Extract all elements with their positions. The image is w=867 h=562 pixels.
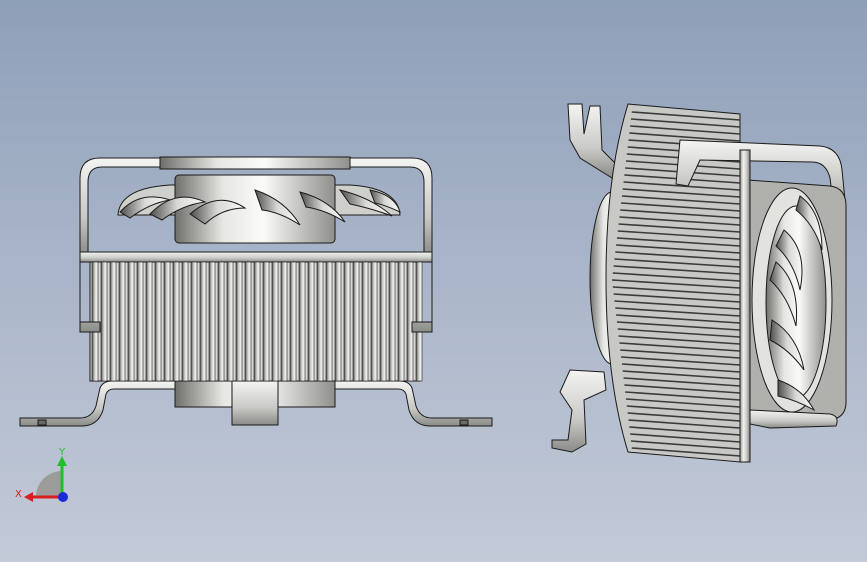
front-fin: [100, 261, 108, 382]
front-fin: [370, 261, 378, 382]
front-fin: [361, 261, 369, 382]
iso-frame-post: [739, 149, 751, 463]
front-fins: [91, 261, 423, 382]
front-fin: [199, 261, 207, 382]
front-fin: [181, 261, 189, 382]
triad-x-label: X: [15, 489, 22, 500]
front-fin: [127, 261, 135, 382]
front-base-slot-right: [459, 419, 469, 426]
front-fin: [145, 261, 153, 382]
iso-bracket-clip-bottom: [551, 369, 607, 453]
front-fin: [307, 261, 315, 382]
front-fin: [325, 261, 333, 382]
front-top-cap: [159, 156, 351, 170]
front-mount-tab: [231, 380, 279, 426]
front-fin: [298, 261, 306, 382]
triad-x-arrowhead: [24, 492, 33, 502]
front-fin: [244, 261, 252, 382]
front-fin: [334, 261, 342, 382]
front-fin: [352, 261, 360, 382]
front-fin: [109, 261, 117, 382]
triad-z-axis: [58, 492, 68, 502]
front-fin: [217, 261, 225, 382]
model-canvas[interactable]: Y X: [0, 0, 867, 562]
front-fin: [280, 261, 288, 382]
iso-bracket-clip-top: [567, 103, 621, 179]
front-fin: [262, 261, 270, 382]
front-fin: [226, 261, 234, 382]
front-fin: [136, 261, 144, 382]
front-fin: [190, 261, 198, 382]
front-fin: [289, 261, 297, 382]
front-fin: [316, 261, 324, 382]
front-fin: [163, 261, 171, 382]
front-fin: [343, 261, 351, 382]
front-fin: [253, 261, 261, 382]
front-fin: [172, 261, 180, 382]
triad-y-label: Y: [58, 447, 66, 458]
front-fin: [388, 261, 396, 382]
front-view[interactable]: [19, 156, 493, 427]
triad-plane: [36, 471, 62, 497]
isometric-view[interactable]: [551, 103, 847, 463]
front-fin: [271, 261, 279, 382]
axis-triad: Y X: [15, 447, 68, 502]
front-fin: [208, 261, 216, 382]
front-base-slot-left: [37, 419, 47, 426]
front-fin: [379, 261, 387, 382]
front-fin: [154, 261, 162, 382]
front-fin: [397, 261, 405, 382]
front-divider-band: [79, 251, 433, 263]
front-fin: [118, 261, 126, 382]
cad-viewport[interactable]: Y X: [0, 0, 867, 562]
front-fin: [235, 261, 243, 382]
